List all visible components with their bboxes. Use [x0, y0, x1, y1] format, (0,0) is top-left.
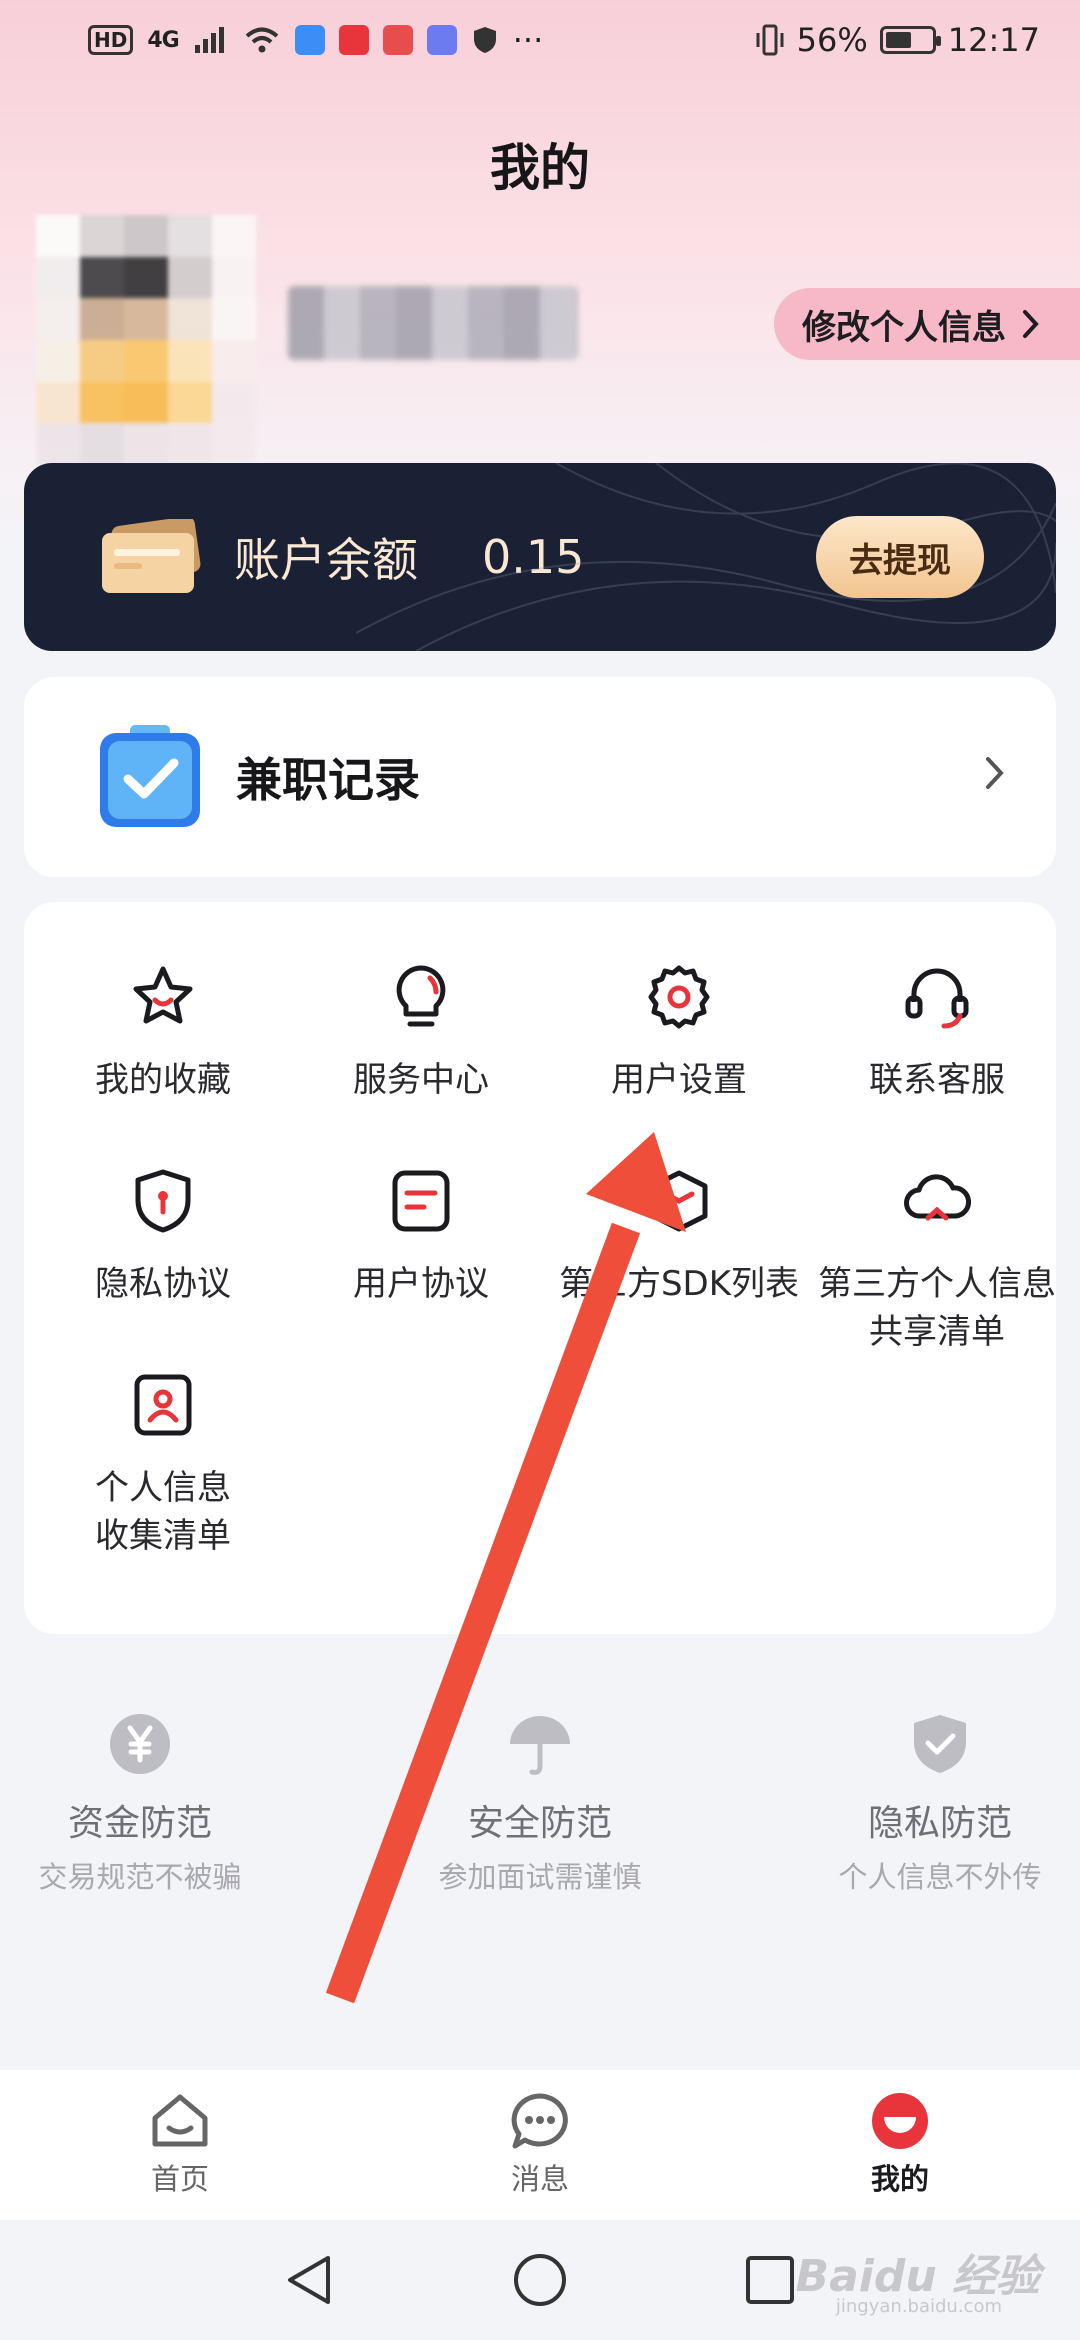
yen-icon — [110, 1714, 170, 1774]
cloud-icon — [904, 1174, 972, 1221]
tip-title: 隐私防范 — [867, 1803, 1012, 1844]
gear-icon — [648, 965, 710, 1029]
menu-item-favorites[interactable]: 我的收藏 — [34, 962, 292, 1104]
status-bar: HD 4G ··· 56% 12:17 — [0, 0, 1080, 80]
menu-item-service-center[interactable]: 服务中心 — [292, 962, 550, 1104]
checkbox-clipboard-icon — [100, 725, 200, 827]
tip-subtitle: 个人信息不外传 — [838, 1860, 1042, 1894]
menu-label: 第三方SDK列表 — [558, 1264, 800, 1304]
tip-title: 安全防范 — [467, 1803, 612, 1844]
tab-home[interactable]: 首页 — [0, 2070, 360, 2220]
username-blurred — [288, 286, 578, 360]
edit-profile-button[interactable]: 修改个人信息 — [774, 288, 1080, 360]
chevron-right-icon — [982, 750, 1008, 804]
tip-subtitle: 交易规范不被骗 — [38, 1860, 242, 1894]
withdraw-button[interactable]: 去提现 — [816, 516, 984, 598]
tip-privacy: 隐私防范 个人信息不外传 — [760, 1712, 1080, 1896]
network-indicator: 4G — [147, 27, 179, 53]
document-icon — [392, 1170, 450, 1232]
tab-messages[interactable]: 消息 — [360, 2070, 720, 2220]
watermark: Baidu 经验 — [795, 2251, 1040, 2302]
music-app-icon — [426, 25, 457, 55]
menu-item-customer-service[interactable]: 联系客服 — [808, 962, 1066, 1104]
menu-item-user-agreement[interactable]: 用户协议 — [292, 1166, 550, 1308]
tab-label: 首页 — [150, 2162, 209, 2196]
menu-item-info-sharing-list[interactable]: 第三方个人信息 共享清单 — [808, 1166, 1066, 1356]
shield-status-icon — [473, 27, 496, 53]
heart-app-icon — [338, 25, 369, 55]
id-card-icon — [134, 1374, 192, 1436]
headset-icon — [905, 968, 969, 1029]
message-icon — [511, 2093, 568, 2149]
hd-indicator: HD — [88, 25, 134, 55]
huawei-app-icon — [382, 25, 413, 55]
more-indicator: ··· — [512, 21, 544, 59]
tip-title: 资金防范 — [67, 1803, 212, 1844]
cloud-app-icon — [294, 25, 325, 55]
avatar[interactable] — [36, 215, 256, 465]
menu-label: 用户设置 — [611, 1060, 747, 1100]
tab-mine[interactable]: 我的 — [720, 2070, 1080, 2220]
menu-label: 服务中心 — [353, 1060, 489, 1100]
menu-label: 个人信息 收集清单 — [95, 1468, 231, 1556]
menu-item-sdk-list[interactable]: 第三方SDK列表 — [550, 1166, 808, 1308]
shield-icon — [135, 1169, 191, 1233]
services-grid: 我的收藏 服务中心 用户设置 联系客服 隐私协议 用户协议 第三方SDK列表 第… — [24, 902, 1056, 1634]
tip-subtitle: 参加面试需谨慎 — [438, 1860, 642, 1894]
profile-icon — [872, 2093, 928, 2149]
home-circle-icon[interactable] — [512, 2252, 568, 2308]
tab-label: 我的 — [870, 2162, 929, 2196]
cube-icon — [650, 1170, 708, 1232]
recents-icon[interactable] — [744, 2254, 796, 2306]
clock: 12:17 — [947, 21, 1040, 59]
tab-label: 消息 — [510, 2162, 569, 2196]
battery-icon — [879, 26, 941, 54]
page-title: 我的 — [490, 139, 590, 197]
wallet-icon — [102, 519, 201, 593]
menu-label: 用户协议 — [353, 1264, 489, 1304]
menu-item-privacy-policy[interactable]: 隐私协议 — [34, 1166, 292, 1308]
shield-check-icon — [914, 1715, 966, 1773]
tip-safety: 安全防范 参加面试需谨慎 — [360, 1712, 720, 1896]
edit-profile-label: 修改个人信息 — [802, 307, 1006, 348]
watermark-url: jingyan.baidu.com — [835, 2296, 1002, 2317]
bottom-tab-bar: 首页 消息 我的 — [0, 2070, 1080, 2220]
umbrella-icon — [510, 1716, 570, 1775]
vibrate-icon — [756, 24, 784, 56]
wifi-icon — [245, 27, 279, 53]
signal-icon — [194, 27, 224, 53]
menu-item-user-settings[interactable]: 用户设置 — [550, 962, 808, 1104]
menu-label: 联系客服 — [869, 1060, 1005, 1100]
tip-funds: 资金防范 交易规范不被骗 — [0, 1712, 320, 1896]
chevron-right-icon — [1023, 310, 1039, 338]
bulb-icon — [396, 965, 446, 1027]
part-time-record-label: 兼职记录 — [236, 753, 420, 807]
back-icon[interactable] — [284, 2252, 334, 2308]
menu-label: 我的收藏 — [95, 1060, 231, 1100]
menu-label: 隐私协议 — [95, 1264, 231, 1304]
star-icon — [133, 966, 193, 1024]
home-icon — [152, 2094, 208, 2147]
menu-label: 第三方个人信息 共享清单 — [818, 1264, 1056, 1352]
menu-item-info-collection-list[interactable]: 个人信息 收集清单 — [34, 1370, 292, 1560]
part-time-record-row[interactable]: 兼职记录 — [24, 677, 1056, 877]
balance-card: 账户余额 0.15 去提现 — [24, 463, 1056, 651]
battery-percent: 56% — [796, 21, 868, 59]
